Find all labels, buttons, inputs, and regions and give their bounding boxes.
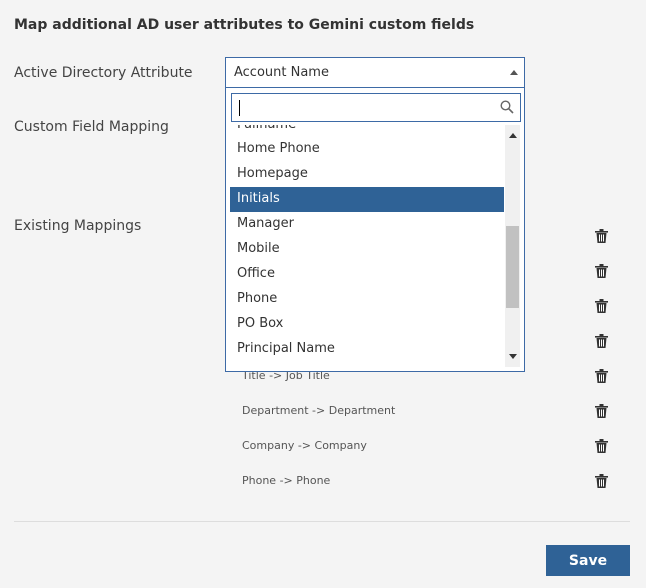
footer-divider [14,521,630,522]
mapping-item: Company -> Company [242,439,367,452]
existing-mappings-label: Existing Mappings [14,218,142,234]
scrollbar-thumb[interactable] [506,226,519,308]
delete-mapping-4-trash-icon[interactable] [595,334,608,348]
delete-mapping-7-trash-icon[interactable] [595,439,608,453]
dropdown-option[interactable]: Homepage [230,162,504,187]
dropdown-option[interactable]: PO Box [230,312,504,337]
delete-mapping-6-trash-icon[interactable] [595,404,608,418]
chevron-up-icon [510,70,518,75]
custom-field-label: Custom Field Mapping [14,119,169,135]
dropdown-scrollbar[interactable] [505,125,520,367]
ad-attribute-selected-value: Account Name [234,65,329,80]
ad-attribute-dropdown: Fullname Home Phone Homepage Initials Ma… [225,88,525,372]
scroll-up-arrow-icon[interactable] [509,133,517,138]
dropdown-option[interactable]: Office [230,262,504,287]
page-heading: Map additional AD user attributes to Gem… [14,17,475,33]
delete-mapping-3-trash-icon[interactable] [595,299,608,313]
dropdown-option[interactable]: Mobile [230,237,504,262]
dropdown-options-list[interactable]: Fullname Home Phone Homepage Initials Ma… [230,125,504,367]
delete-mapping-8-trash-icon[interactable] [595,474,608,488]
dropdown-option[interactable]: Home Phone [230,137,504,162]
scroll-down-arrow-icon[interactable] [509,354,517,359]
dropdown-search-input[interactable] [232,94,497,121]
search-icon [500,100,514,114]
dropdown-option[interactable]: Principal Name [230,337,504,362]
delete-mapping-1-trash-icon[interactable] [595,229,608,243]
delete-mapping-5-trash-icon[interactable] [595,369,608,383]
save-button[interactable]: Save [546,545,630,576]
delete-mapping-2-trash-icon[interactable] [595,264,608,278]
dropdown-search-box[interactable] [231,93,521,122]
dropdown-option[interactable]: Manager [230,212,504,237]
mapping-item: Phone -> Phone [242,474,331,487]
mapping-item: Department -> Department [242,404,396,417]
dropdown-option-highlighted[interactable]: Initials [230,187,504,212]
dropdown-option[interactable]: Phone [230,287,504,312]
ad-attribute-select[interactable]: Account Name [225,57,525,88]
ad-attribute-label: Active Directory Attribute [14,65,193,81]
text-cursor [239,100,240,116]
